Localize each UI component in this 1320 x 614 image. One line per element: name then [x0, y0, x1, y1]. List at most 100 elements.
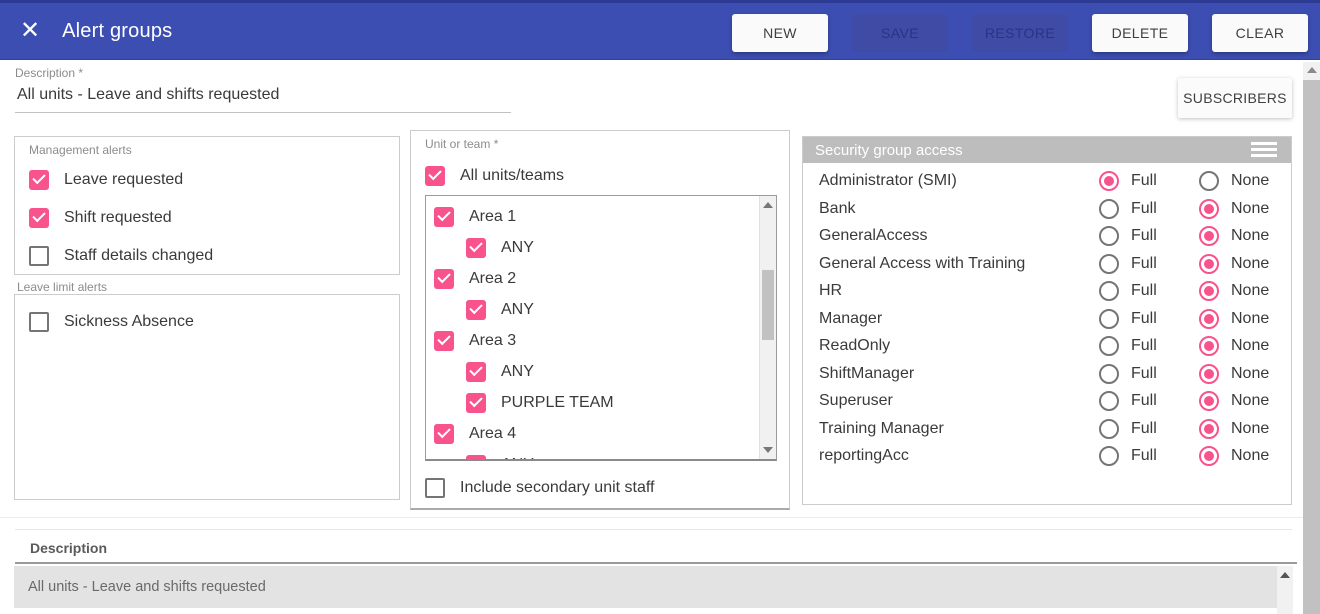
tree-item-label: ANY [501, 363, 534, 381]
none-access-radio[interactable] [1199, 226, 1219, 246]
tree-item-row: Area 4 [434, 418, 776, 449]
management-alert-checkbox[interactable] [29, 208, 49, 228]
tree-item-checkbox[interactable] [466, 300, 486, 320]
security-group-access-panel: Security group access Administrator (SMI… [802, 136, 1292, 505]
none-access-radio[interactable] [1199, 199, 1219, 219]
include-secondary-unit-staff-checkbox[interactable] [425, 478, 445, 498]
tree-item-checkbox[interactable] [466, 238, 486, 258]
security-group-name: reportingAcc [819, 447, 909, 465]
grid-column-header: Description [30, 540, 107, 556]
menu-icon[interactable] [1251, 142, 1277, 157]
tree-item-checkbox[interactable] [434, 331, 454, 351]
security-group-row: HRFullNone [803, 279, 1291, 307]
unit-or-team-label: Unit or team * [425, 137, 498, 151]
none-access-radio[interactable] [1199, 364, 1219, 384]
header-button-group: NEW SAVE RESTORE DELETE CLEAR [732, 14, 1308, 52]
none-access-radio[interactable] [1199, 419, 1219, 439]
main-scrollbar[interactable] [1303, 62, 1320, 614]
security-group-name: ReadOnly [819, 337, 890, 355]
full-access-radio[interactable] [1099, 309, 1119, 329]
none-access-radio[interactable] [1199, 336, 1219, 356]
save-button: SAVE [852, 14, 948, 52]
full-access-radio[interactable] [1099, 391, 1119, 411]
management-alert-label: Shift requested [64, 209, 172, 227]
tree-scrollbar-down-icon[interactable] [763, 447, 773, 453]
full-access-radio[interactable] [1099, 446, 1119, 466]
tree-item-row: ANY [466, 449, 776, 461]
tree-item-checkbox[interactable] [434, 269, 454, 289]
tree-scrollbar-thumb[interactable] [762, 270, 774, 340]
grid-row-selected[interactable]: All units - Leave and shifts requested [14, 566, 1277, 608]
full-access-radio[interactable] [1099, 254, 1119, 274]
none-access-radio[interactable] [1199, 171, 1219, 191]
security-group-row: ShiftManagerFullNone [803, 362, 1291, 390]
description-input[interactable]: All units - Leave and shifts requested [15, 80, 511, 113]
tree-scrollbar[interactable] [759, 196, 776, 459]
full-access-label: Full [1131, 172, 1157, 190]
full-access-radio[interactable] [1099, 336, 1119, 356]
leave-limit-alerts-panel: Sickness Absence [14, 294, 400, 500]
none-access-radio[interactable] [1199, 254, 1219, 274]
full-access-radio[interactable] [1099, 364, 1119, 384]
security-group-row: ManagerFullNone [803, 307, 1291, 335]
all-units-teams-checkbox[interactable] [425, 166, 445, 186]
main-scrollbar-up-icon[interactable] [1307, 67, 1317, 73]
full-access-label: Full [1131, 337, 1157, 355]
leave-limit-alerts-label: Leave limit alerts [17, 280, 107, 294]
include-secondary-unit-staff-label: Include secondary unit staff [460, 479, 655, 497]
grid-scrollbar-up-icon[interactable] [1280, 572, 1290, 578]
dialog-titlebar: ✕ Alert groups NEWSAVERESTOREDELETECLEAR [0, 0, 1320, 60]
full-access-radio[interactable] [1099, 171, 1119, 191]
security-group-row: GeneralAccessFullNone [803, 224, 1291, 252]
tree-item-row: ANY [466, 232, 776, 263]
management-alert-label: Staff details changed [64, 247, 213, 265]
description-field: Description * All units - Leave and shif… [15, 66, 511, 113]
tree-item-checkbox[interactable] [434, 207, 454, 227]
none-access-radio[interactable] [1199, 446, 1219, 466]
none-access-radio[interactable] [1199, 281, 1219, 301]
restore-button: RESTORE [972, 14, 1068, 52]
all-units-row: All units/teams [411, 157, 789, 195]
security-group-access-header: Security group access [803, 137, 1291, 163]
security-group-row: SuperuserFullNone [803, 389, 1291, 417]
tree-scrollbar-up-icon[interactable] [763, 202, 773, 208]
tree-item-row: ANY [466, 356, 776, 387]
security-group-name: Bank [819, 200, 855, 218]
tree-item: ANY [434, 232, 776, 263]
tree-item-checkbox[interactable] [466, 362, 486, 382]
leave-limit-alert-checkbox[interactable] [29, 312, 49, 332]
management-alerts-label: Management alerts [29, 143, 132, 157]
full-access-radio[interactable] [1099, 281, 1119, 301]
tree-item-label: Area 3 [469, 332, 516, 350]
tree-item-checkbox[interactable] [466, 455, 486, 462]
tree-item-row: ANY [466, 294, 776, 325]
management-alert-checkbox[interactable] [29, 170, 49, 190]
main-scrollbar-thumb[interactable] [1303, 80, 1320, 614]
full-access-radio[interactable] [1099, 199, 1119, 219]
tree-item-row: Area 3 [434, 325, 776, 356]
grid-scrollbar[interactable] [1277, 566, 1293, 614]
subscribers-button[interactable]: SUBSCRIBERS [1178, 78, 1292, 118]
tree-item-label: ANY [501, 239, 534, 257]
close-icon[interactable]: ✕ [20, 19, 40, 43]
new-button[interactable]: NEW [732, 14, 828, 52]
none-access-label: None [1231, 282, 1269, 300]
section-divider [0, 517, 1320, 518]
tree-item-checkbox[interactable] [434, 424, 454, 444]
security-group-access-title: Security group access [815, 142, 963, 159]
tree-item: Area 4 [434, 418, 776, 449]
security-group-name: General Access with Training [819, 255, 1025, 273]
management-alert-label: Leave requested [64, 171, 183, 189]
full-access-radio[interactable] [1099, 226, 1119, 246]
none-access-radio[interactable] [1199, 391, 1219, 411]
security-group-name: GeneralAccess [819, 227, 928, 245]
full-access-radio[interactable] [1099, 419, 1119, 439]
tree-item-checkbox[interactable] [466, 393, 486, 413]
none-access-radio[interactable] [1199, 309, 1219, 329]
security-group-row: Training ManagerFullNone [803, 417, 1291, 445]
management-alert-checkbox[interactable] [29, 246, 49, 266]
none-access-label: None [1231, 227, 1269, 245]
clear-button[interactable]: CLEAR [1212, 14, 1308, 52]
delete-button[interactable]: DELETE [1092, 14, 1188, 52]
management-alert-row: Leave requested [15, 161, 399, 199]
